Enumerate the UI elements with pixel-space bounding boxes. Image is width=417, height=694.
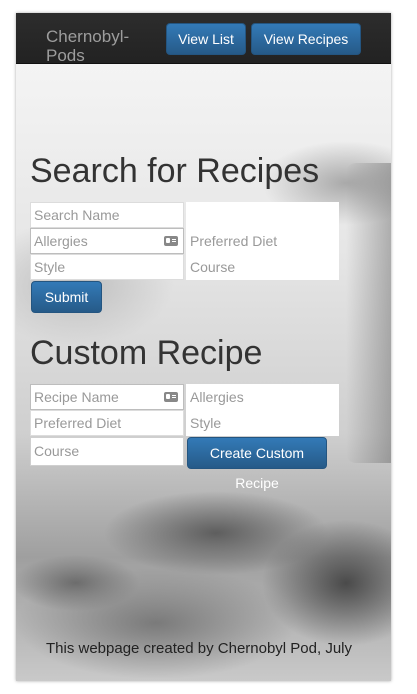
contact-card-icon[interactable] <box>164 236 178 246</box>
navbar-brand[interactable]: Chernobyl-Pods <box>46 27 156 65</box>
search-name-placeholder: Search Name <box>34 207 120 223</box>
custom-allergies-placeholder: Allergies <box>190 389 244 405</box>
custom-preferred-diet-placeholder: Preferred Diet <box>34 415 122 431</box>
style-placeholder: Style <box>34 259 66 275</box>
allergies-placeholder: Allergies <box>34 233 88 249</box>
viewport: Chernobyl-Pods View List View Recipes Se… <box>16 13 391 681</box>
custom-style-input[interactable]: Style <box>187 411 337 435</box>
custom-allergies-input[interactable]: Allergies <box>187 385 337 409</box>
allergies-input[interactable]: Allergies <box>30 228 184 254</box>
background-plate-shadow <box>346 163 391 463</box>
custom-recipe-heading: Custom Recipe <box>30 334 263 372</box>
custom-preferred-diet-input[interactable]: Preferred Diet <box>30 410 184 436</box>
search-name-input[interactable]: Search Name <box>30 202 184 228</box>
style-input[interactable]: Style <box>30 254 184 280</box>
view-recipes-button[interactable]: View Recipes <box>251 23 361 55</box>
custom-course-placeholder: Course <box>34 443 80 459</box>
search-heading: Search for Recipes <box>30 152 320 190</box>
preferred-diet-placeholder: Preferred Diet <box>190 233 278 249</box>
footer-text: This webpage created by Chernobyl Pod, J… <box>46 640 353 657</box>
recipe-name-placeholder: Recipe Name <box>34 389 119 405</box>
create-custom-recipe-button[interactable]: Create Custom Recipe <box>187 437 327 491</box>
submit-button[interactable]: Submit <box>31 281 102 313</box>
contact-card-icon[interactable] <box>164 392 178 402</box>
navbar: Chernobyl-Pods View List View Recipes <box>16 13 391 65</box>
course-placeholder: Course <box>190 259 236 275</box>
custom-course-input[interactable]: Course <box>30 437 184 466</box>
preferred-diet-input[interactable]: Preferred Diet <box>187 229 337 253</box>
view-list-button[interactable]: View List <box>166 23 246 55</box>
course-input[interactable]: Course <box>187 255 337 279</box>
custom-style-placeholder: Style <box>190 415 222 431</box>
recipe-name-input[interactable]: Recipe Name <box>30 384 184 410</box>
